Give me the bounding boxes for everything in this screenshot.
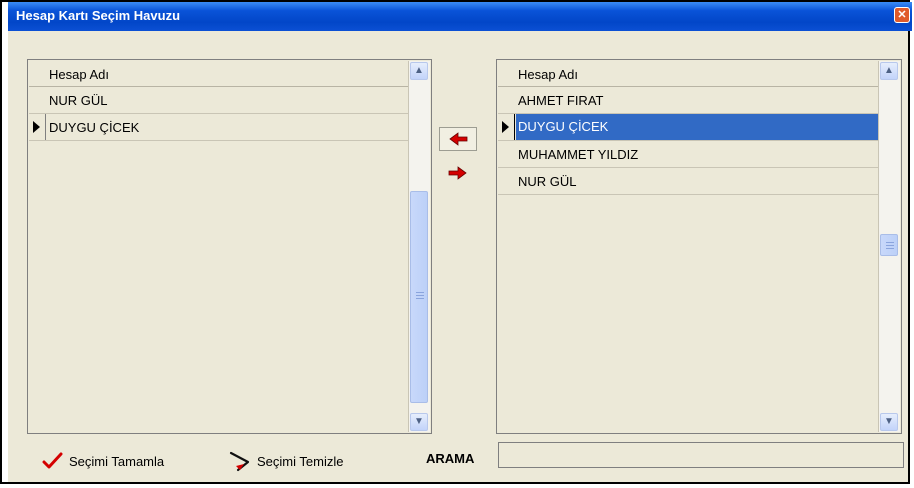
search-label: ARAMA: [426, 451, 475, 466]
close-button[interactable]: ✕: [894, 7, 910, 23]
chevron-up-icon: ▲: [884, 65, 894, 76]
selected-accounts-grid[interactable]: Hesap Adı AHMET FIRAT DUYGU ÇİCEK MUHAMM…: [496, 59, 902, 434]
table-row-selected[interactable]: DUYGU ÇİCEK: [498, 114, 878, 141]
grip-line: [886, 248, 894, 249]
grip-line: [886, 242, 894, 243]
clear-selection-button[interactable]: Seçimi Temizle: [228, 449, 343, 473]
chevron-down-icon: ▼: [414, 416, 424, 427]
grid-header: Hesap Adı: [29, 61, 408, 87]
current-row-icon: [33, 121, 40, 133]
grip-line: [416, 295, 424, 296]
checkmark-icon: [42, 452, 63, 469]
column-header-hesap-adi: Hesap Adı: [518, 67, 578, 82]
grip-line: [416, 292, 424, 293]
scroll-down-button[interactable]: ▼: [880, 413, 898, 431]
grid-content: Hesap Adı AHMET FIRAT DUYGU ÇİCEK MUHAMM…: [498, 61, 879, 432]
red-left-arrow-icon: [449, 132, 468, 146]
vertical-scrollbar[interactable]: ▲ ▼: [408, 61, 430, 432]
current-row-icon: [502, 121, 509, 133]
table-row[interactable]: MUHAMMET YILDIZ: [498, 141, 878, 168]
title-bar[interactable]: Hesap Kartı Seçim Havuzu ✕: [8, 2, 912, 31]
row-account-name: DUYGU ÇİCEK: [516, 114, 878, 140]
vertical-scrollbar[interactable]: ▲ ▼: [878, 61, 900, 432]
chevron-up-icon: ▲: [414, 65, 424, 76]
complete-selection-label: Seçimi Tamamla: [69, 453, 165, 469]
row-indicator: [498, 114, 515, 140]
grid-header: Hesap Adı: [498, 61, 878, 87]
grip-line: [886, 245, 894, 246]
table-row[interactable]: NUR GÜL: [498, 168, 878, 195]
eraser-icon: [229, 451, 250, 472]
complete-selection-button[interactable]: Seçimi Tamamla: [42, 449, 164, 473]
row-account-name: NUR GÜL: [49, 93, 108, 108]
grid-content: Hesap Adı NUR GÜL DUYGU ÇİCEK: [29, 61, 409, 432]
row-indicator: [29, 114, 46, 140]
scroll-up-button[interactable]: ▲: [880, 62, 898, 80]
move-right-button[interactable]: [439, 162, 477, 186]
row-account-name: DUYGU ÇİCEK: [49, 120, 140, 135]
selection-pool-window: Hesap Kartı Seçim Havuzu ✕ Hesap Adı NUR…: [0, 0, 912, 484]
chevron-down-icon: ▼: [884, 416, 894, 427]
move-left-button[interactable]: [439, 127, 477, 151]
dialog-body: Hesap Adı NUR GÜL DUYGU ÇİCEK ▲ ▼ Hesap …: [8, 31, 908, 482]
row-account-name: MUHAMMET YILDIZ: [518, 147, 639, 162]
close-icon: ✕: [897, 9, 907, 21]
window-title: Hesap Kartı Seçim Havuzu: [16, 8, 181, 23]
available-accounts-grid[interactable]: Hesap Adı NUR GÜL DUYGU ÇİCEK ▲ ▼: [27, 59, 432, 434]
column-header-hesap-adi: Hesap Adı: [49, 67, 109, 82]
row-account-name: NUR GÜL: [518, 174, 577, 189]
red-right-arrow-icon: [448, 166, 467, 180]
row-account-name: AHMET FIRAT: [518, 93, 604, 108]
table-row[interactable]: DUYGU ÇİCEK: [29, 114, 408, 141]
scroll-down-button[interactable]: ▼: [410, 413, 428, 431]
table-row[interactable]: NUR GÜL: [29, 87, 408, 114]
clear-selection-label: Seçimi Temizle: [257, 453, 344, 469]
scroll-thumb[interactable]: [880, 234, 898, 256]
scroll-up-button[interactable]: ▲: [410, 62, 428, 80]
scroll-thumb[interactable]: [410, 191, 428, 403]
search-input[interactable]: [498, 442, 904, 468]
grip-line: [416, 298, 424, 299]
table-row[interactable]: AHMET FIRAT: [498, 87, 878, 114]
